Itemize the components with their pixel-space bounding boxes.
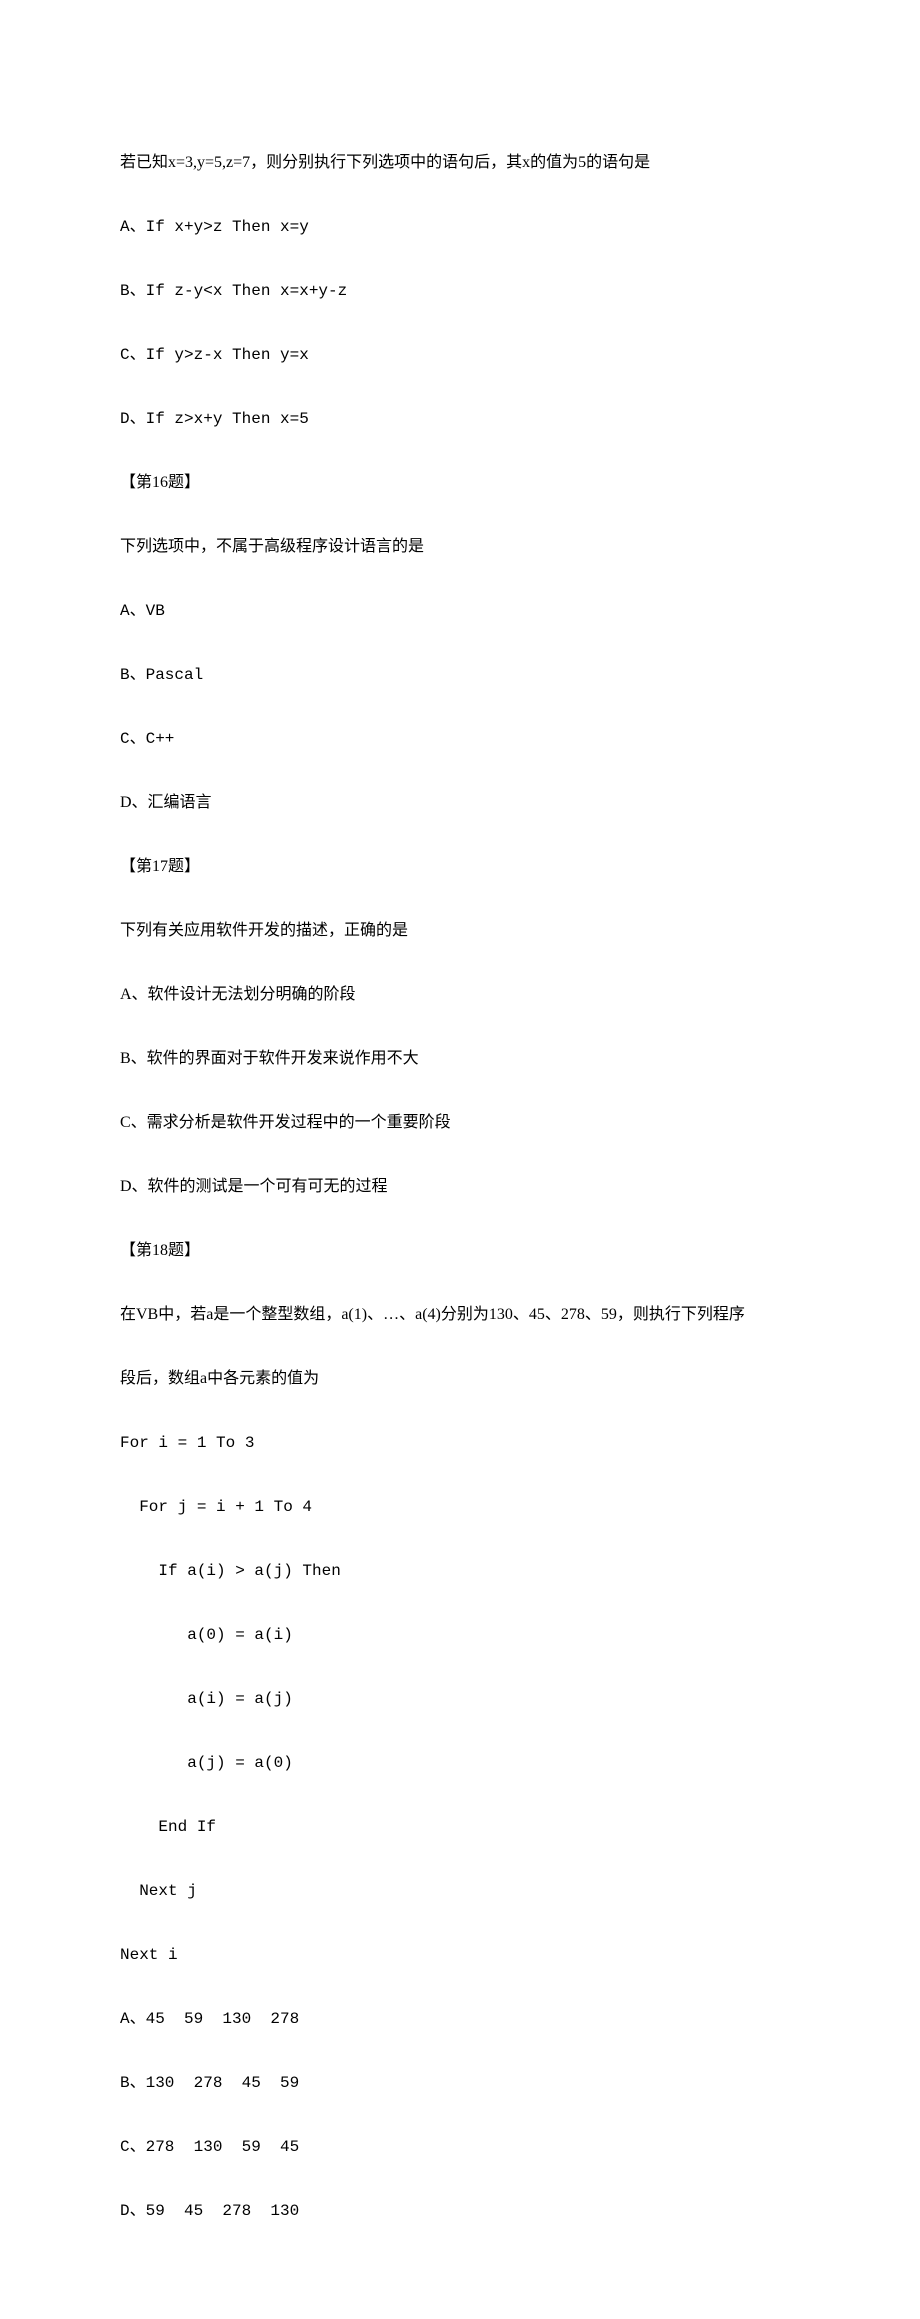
q18-option-b: B、130 278 45 59 xyxy=(120,2067,800,2099)
q18-stem-1: 在VB中，若a是一个整型数组，a(1)、…、a(4)分别为130、45、278、… xyxy=(120,1299,800,1331)
code-line: If a(i) > a(j) Then xyxy=(120,1555,800,1587)
document-page: 若已知x=3,y=5,z=7，则分别执行下列选项中的语句后，其x的值为5的语句是… xyxy=(0,0,920,2319)
q17-option-c: C、需求分析是软件开发过程中的一个重要阶段 xyxy=(120,1107,800,1139)
q17-stem: 下列有关应用软件开发的描述，正确的是 xyxy=(120,915,800,947)
q15-option-b: B、If z-y<x Then x=x+y-z xyxy=(120,275,800,307)
code-line: For i = 1 To 3 xyxy=(120,1427,800,1459)
q18-stem-2: 段后，数组a中各元素的值为 xyxy=(120,1363,800,1395)
q18-option-c: C、278 130 59 45 xyxy=(120,2131,800,2163)
q18-header: 【第18题】 xyxy=(120,1235,800,1267)
code-line: For j = i + 1 To 4 xyxy=(120,1491,800,1523)
q17-option-b: B、软件的界面对于软件开发来说作用不大 xyxy=(120,1043,800,1075)
q18-option-d: D、59 45 278 130 xyxy=(120,2195,800,2227)
q17-option-d: D、软件的测试是一个可有可无的过程 xyxy=(120,1171,800,1203)
q17-option-a: A、软件设计无法划分明确的阶段 xyxy=(120,979,800,1011)
code-line: a(i) = a(j) xyxy=(120,1683,800,1715)
code-line: a(0) = a(i) xyxy=(120,1619,800,1651)
q15-option-a: A、If x+y>z Then x=y xyxy=(120,211,800,243)
code-line: End If xyxy=(120,1811,800,1843)
q16-option-d: D、汇编语言 xyxy=(120,787,800,819)
q16-option-c: C、C++ xyxy=(120,723,800,755)
code-line: Next i xyxy=(120,1939,800,1971)
q16-option-b: B、Pascal xyxy=(120,659,800,691)
q15-option-c: C、If y>z-x Then y=x xyxy=(120,339,800,371)
q15-stem: 若已知x=3,y=5,z=7，则分别执行下列选项中的语句后，其x的值为5的语句是 xyxy=(120,147,800,179)
code-line: Next j xyxy=(120,1875,800,1907)
q16-header: 【第16题】 xyxy=(120,467,800,499)
code-line: a(j) = a(0) xyxy=(120,1747,800,1779)
q15-option-d: D、If z>x+y Then x=5 xyxy=(120,403,800,435)
q17-header: 【第17题】 xyxy=(120,851,800,883)
q16-stem: 下列选项中，不属于高级程序设计语言的是 xyxy=(120,531,800,563)
q16-option-a: A、VB xyxy=(120,595,800,627)
q18-option-a: A、45 59 130 278 xyxy=(120,2003,800,2035)
